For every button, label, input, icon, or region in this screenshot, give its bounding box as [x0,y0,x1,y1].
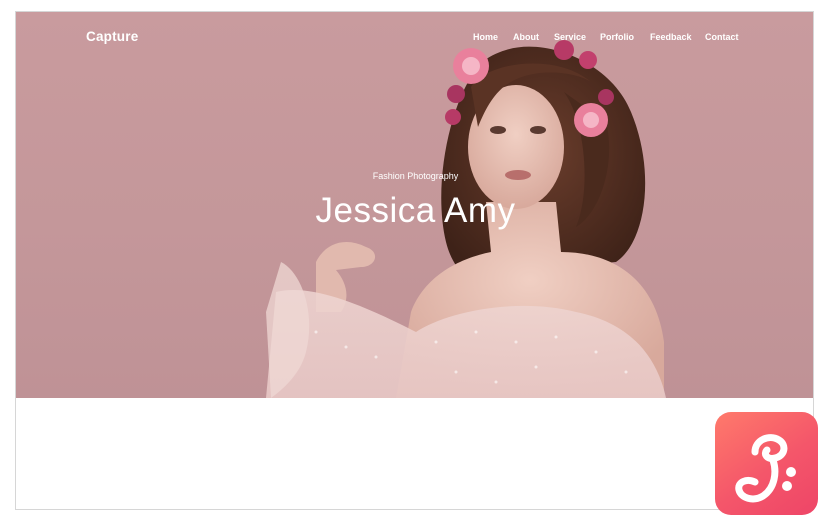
nav-item-about[interactable]: About [513,32,539,42]
hero-title: Jessica Amy [315,191,516,230]
website-preview: Capture Home About Service Porfolio Feed… [15,11,814,510]
logo-g-icon [735,434,796,503]
hero-subtitle: Fashion Photography [372,171,459,181]
nav-item-portfolio[interactable]: Porfolio [600,32,634,42]
nav-item-contact[interactable]: Contact [705,32,739,42]
logo-badge[interactable] [715,412,818,515]
top-navigation: Capture Home About Service Porfolio Feed… [16,12,813,62]
nav-item-feedback[interactable]: Feedback [650,32,692,42]
nav-item-service[interactable]: Service [554,32,586,42]
nav-menu: Home About Service Porfolio Feedback Con… [16,32,813,46]
nav-item-home[interactable]: Home [473,32,498,42]
hero-section: Capture Home About Service Porfolio Feed… [16,12,813,398]
